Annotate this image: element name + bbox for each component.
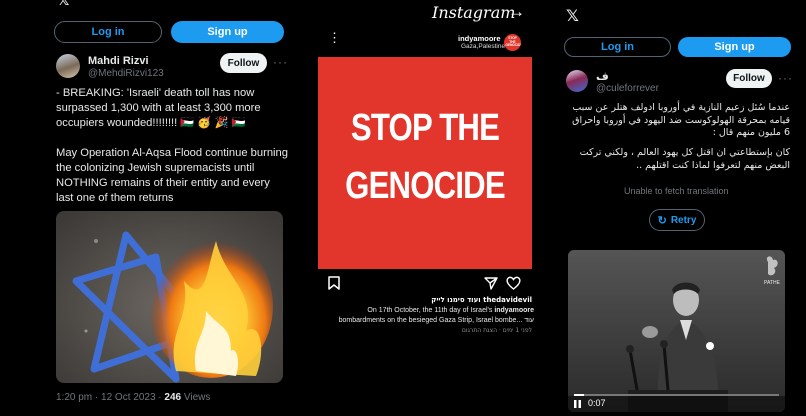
tweet-image[interactable]: [56, 211, 283, 383]
post-image[interactable]: STOP THE GENOCIDE: [318, 57, 532, 269]
follow-button[interactable]: Follow: [726, 69, 772, 88]
video-frame-image: [568, 250, 785, 412]
retry-label: Retry: [670, 214, 697, 226]
share-icon[interactable]: [484, 276, 498, 290]
tweet-timestamp[interactable]: 1:20 pm · 12 Oct 2023 ·: [56, 392, 164, 403]
arrow-right-icon[interactable]: →: [508, 2, 525, 22]
avatar[interactable]: [56, 54, 80, 78]
more-options-icon[interactable]: ···: [778, 71, 793, 85]
video-player[interactable]: PATHE 0:07: [568, 250, 785, 412]
caption: On 17th October, the 11th day of Israel'…: [336, 306, 534, 325]
instagram-logo[interactable]: Instagram: [432, 3, 515, 22]
user-handle[interactable]: @MehdiRizvi123: [88, 68, 164, 79]
x-logo-icon[interactable]: 𝕏: [566, 8, 579, 24]
post-time[interactable]: לפני 1 ימים · הצגת התרגום: [386, 327, 532, 334]
refresh-icon: ↻: [657, 214, 667, 227]
follow-button[interactable]: Follow: [220, 53, 267, 73]
account-location[interactable]: Gaza,Palestine: [461, 43, 505, 50]
tweet-text-para1: عندما سُئل زعيم النازية في أوروبا ادولف …: [572, 102, 790, 138]
login-button[interactable]: Log in: [564, 37, 671, 57]
tweet-text-para2: كان بإستطاعتي ان اقتل كل يهود العالم ، و…: [579, 147, 790, 171]
caption-line2[interactable]: bombardments on the besieged Gaza Strip,…: [339, 317, 534, 324]
login-button[interactable]: Log in: [54, 21, 162, 43]
bookmark-icon[interactable]: [328, 276, 340, 290]
tweet-meta: 1:20 pm · 12 Oct 2023 · 246 Views: [56, 392, 210, 403]
translation-status: Unable to fetch translation: [624, 186, 729, 196]
signup-button[interactable]: Sign up: [678, 37, 791, 57]
video-watermark: PATHE: [764, 280, 780, 286]
account-name[interactable]: indyamoore: [458, 34, 501, 43]
tweet-text-part2: May Operation Al-Aqsa Flood continue bur…: [56, 147, 288, 204]
avatar[interactable]: [566, 70, 588, 92]
x-logo-icon[interactable]: 𝕏: [58, 0, 69, 8]
caption-user[interactable]: indyamoore: [494, 307, 534, 314]
poster-text-line2: GENOCIDE: [345, 165, 505, 207]
caption-line1: On 17th October, the 11th day of Israel'…: [367, 307, 495, 314]
x-post-panel-left: 𝕏 Log in Sign up Mahdi Rizvi @MehdiRizvi…: [42, 0, 296, 416]
account-avatar-text: STOP THE GENOCIDE: [505, 36, 522, 48]
burning-star-image: [56, 211, 283, 383]
more-options-icon[interactable]: ···: [273, 55, 288, 69]
poster-text-line1: STOP THE: [350, 107, 500, 149]
views-label: Views: [181, 392, 211, 403]
views-count: 246: [164, 392, 182, 403]
tweet-text-part1: - BREAKING: 'Israeli' death toll has now…: [56, 87, 261, 129]
user-name[interactable]: ف: [596, 70, 609, 83]
signup-button[interactable]: Sign up: [171, 21, 284, 43]
x-post-panel-right: 𝕏 Log in Sign up ف @culeforrever Follow …: [556, 0, 798, 416]
more-options-icon[interactable]: ⋮: [328, 31, 341, 44]
user-name[interactable]: Mahdi Rizvi: [88, 55, 149, 67]
instagram-panel: Instagram → ⋮ indyamoore Gaza,Palestine …: [306, 0, 544, 416]
heart-icon[interactable]: [506, 276, 521, 290]
likes-line[interactable]: thedavidevil ועוד סימנו לייק: [346, 296, 532, 304]
account-avatar[interactable]: STOP THE GENOCIDE: [504, 34, 521, 51]
user-handle[interactable]: @culeforrever: [596, 83, 659, 94]
retry-button[interactable]: ↻ Retry: [649, 209, 705, 231]
video-time: 0:07: [588, 398, 606, 408]
